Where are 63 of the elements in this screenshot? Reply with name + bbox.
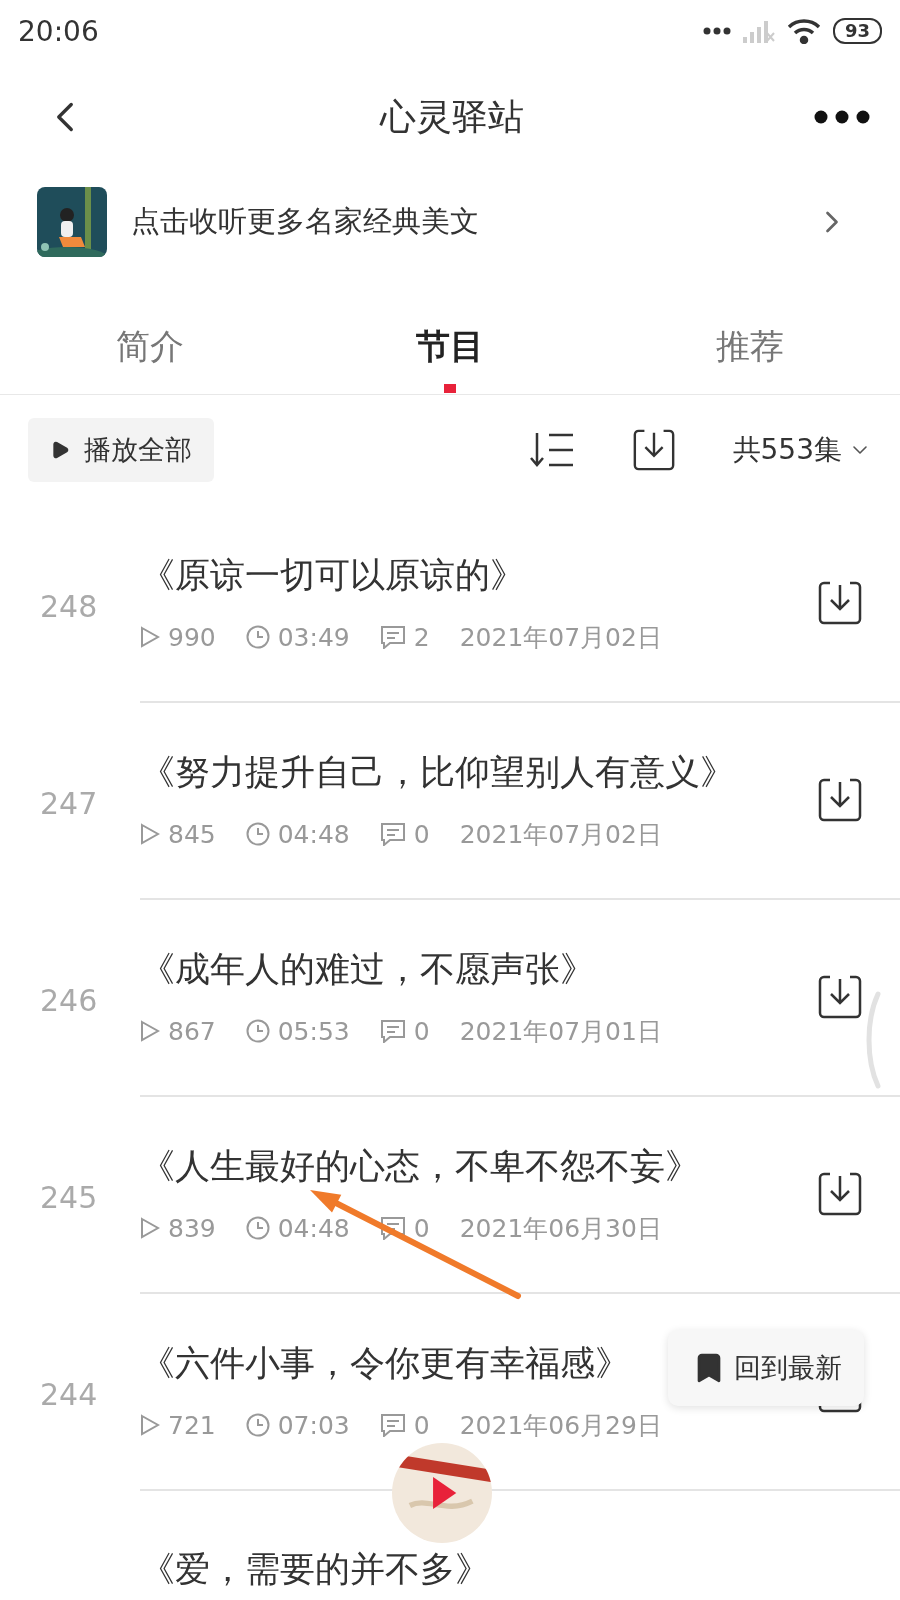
signal-icon	[742, 19, 775, 43]
battery-level: 93	[832, 18, 882, 44]
duration: 05:53	[277, 1016, 350, 1046]
episode-count-dropdown[interactable]: 共553集	[732, 431, 872, 469]
comment-count: 0	[413, 819, 430, 849]
episode-number: 244	[39, 1376, 99, 1412]
back-to-latest-toast[interactable]: 回到最新	[668, 1330, 864, 1406]
clock-icon	[245, 1019, 270, 1043]
episode-title[interactable]: 《爱，需要的并不多》	[140, 1546, 490, 1593]
tab[interactable]: 推荐	[600, 302, 900, 394]
sort-icon	[528, 431, 575, 469]
play-count: 845	[168, 819, 216, 849]
publish-date: 2021年07月01日	[459, 1015, 662, 1048]
publish-date: 2021年06月30日	[459, 1212, 662, 1245]
sort-button[interactable]	[528, 431, 575, 469]
comment-icon	[379, 625, 406, 649]
comment-count: 0	[413, 1016, 430, 1046]
episode-title[interactable]: 《原谅一切可以原谅的》	[140, 551, 525, 599]
episode-title[interactable]: 《人生最好的心态，不卑不怨不妄》	[140, 1142, 700, 1190]
duration: 04:48	[277, 1213, 350, 1243]
comment-count: 2	[413, 622, 430, 652]
play-count-icon	[140, 1414, 160, 1436]
status-time: 20:06	[18, 14, 99, 48]
banner-text[interactable]: 点击收听更多名家经典美文	[131, 202, 790, 242]
more-icon	[702, 27, 731, 35]
tab[interactable]: 节目	[300, 302, 600, 394]
clock-icon	[245, 822, 270, 846]
play-count: 839	[168, 1213, 216, 1243]
episode-number: 248	[39, 588, 99, 624]
episode-title[interactable]: 《努力提升自己，比仰望别人有意义》	[140, 748, 735, 796]
clock-icon	[245, 1413, 270, 1437]
comment-icon	[379, 1413, 406, 1437]
comment-icon	[379, 822, 406, 846]
comment-icon	[379, 1216, 406, 1240]
clock-icon	[245, 625, 270, 649]
play-count: 990	[168, 622, 216, 652]
episode-number: 247	[39, 785, 99, 821]
play-icon	[50, 440, 70, 460]
comment-count: 0	[413, 1410, 430, 1440]
episode-number: 245	[39, 1179, 99, 1215]
play-count-icon	[140, 1020, 160, 1042]
more-icon[interactable]	[814, 110, 870, 124]
tab[interactable]: 简介	[0, 302, 300, 394]
publish-date: 2021年07月02日	[459, 621, 662, 654]
comment-icon	[379, 1019, 406, 1043]
play-all-button[interactable]: 播放全部	[28, 418, 214, 482]
clock-icon	[245, 1216, 270, 1240]
duration: 07:03	[277, 1410, 350, 1440]
page-title: 心灵驿站	[380, 94, 524, 139]
wifi-icon	[786, 18, 821, 44]
play-count-icon	[140, 823, 160, 845]
play-count: 867	[168, 1016, 216, 1046]
play-count-icon	[140, 626, 160, 648]
episode-title[interactable]: 《成年人的难过，不愿声张》	[140, 945, 595, 993]
comment-count: 0	[413, 1213, 430, 1243]
publish-date: 2021年06月29日	[459, 1409, 662, 1442]
publish-date: 2021年07月02日	[459, 818, 662, 851]
play-count: 721	[168, 1410, 216, 1440]
play-count-icon	[140, 1217, 160, 1239]
duration: 03:49	[277, 622, 350, 652]
duration: 04:48	[277, 819, 350, 849]
episode-number: 246	[39, 982, 99, 1018]
episode-title[interactable]: 《六件小事，令你更有幸福感》	[140, 1339, 630, 1387]
